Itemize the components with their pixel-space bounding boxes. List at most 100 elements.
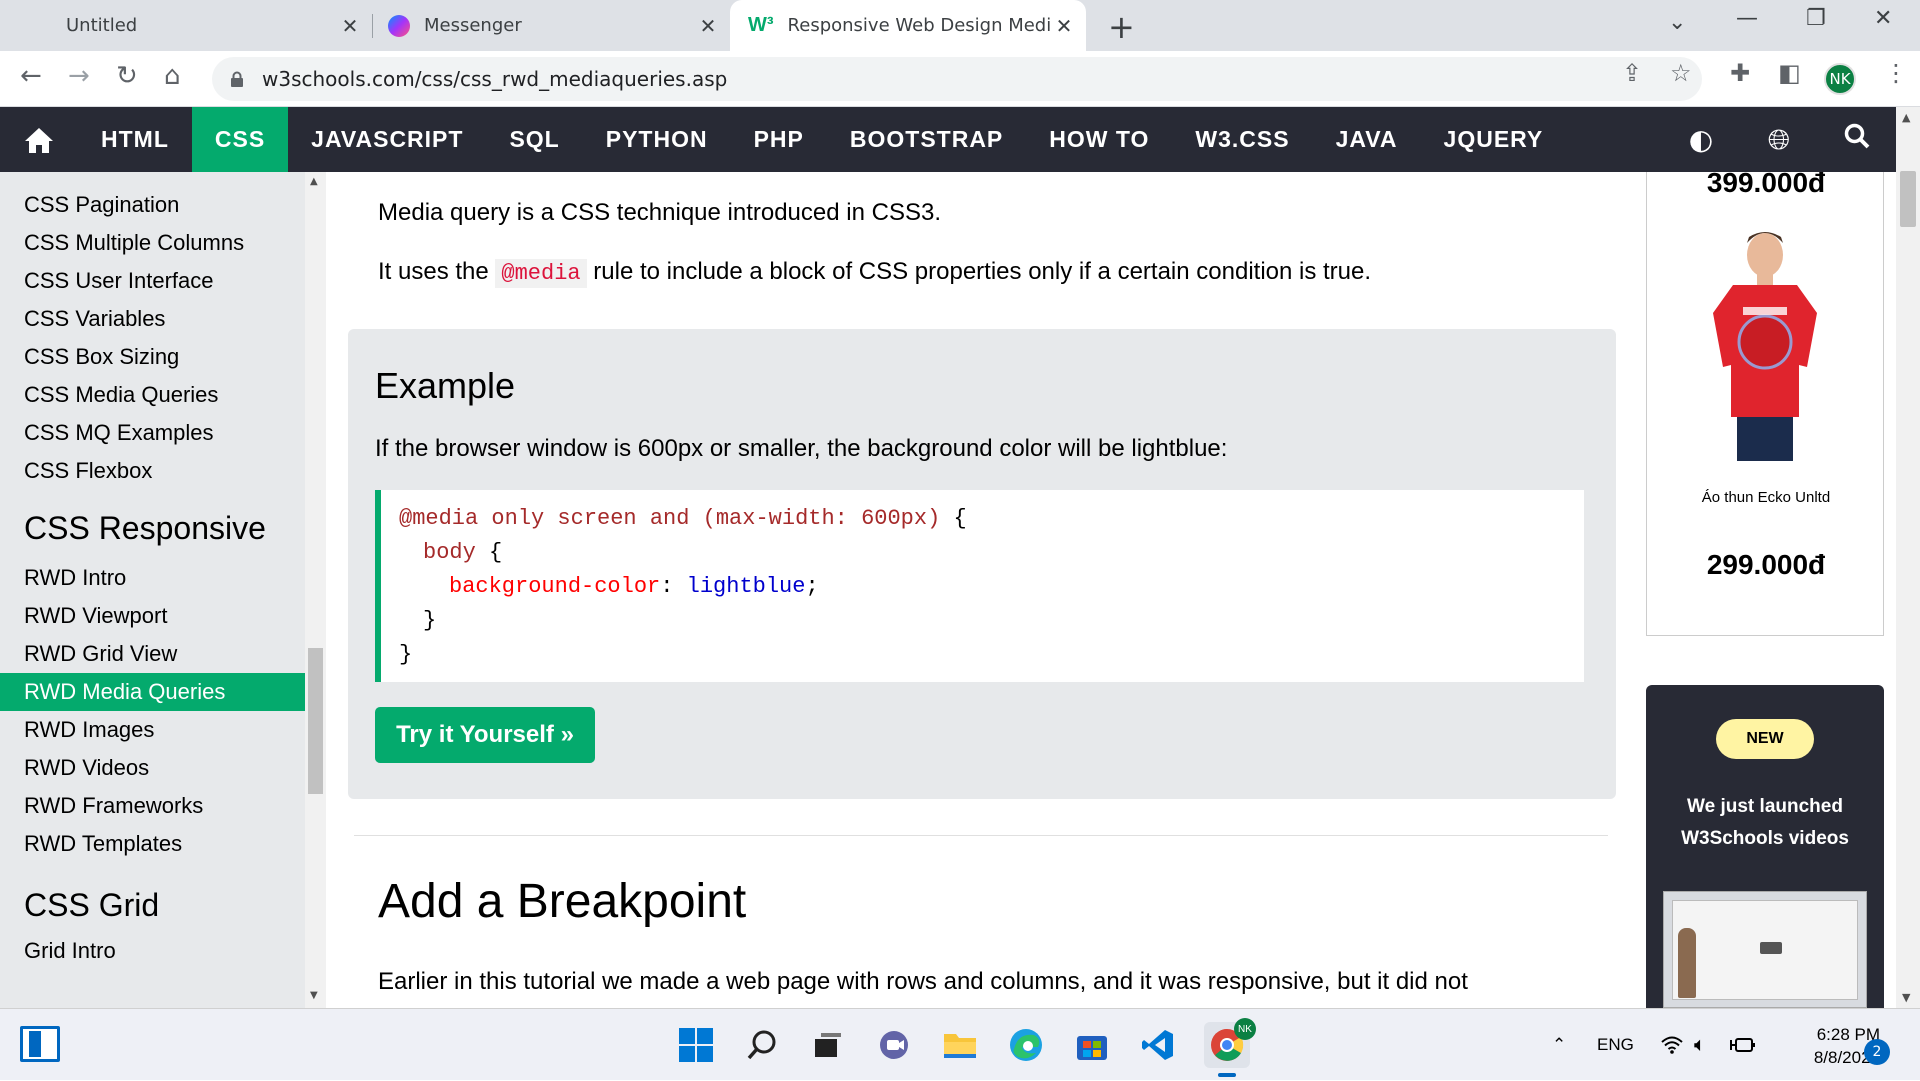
sidebar-item-css-pagination[interactable]: CSS Pagination (0, 186, 305, 224)
wifi-icon[interactable] (1660, 1009, 1684, 1081)
task-view-icon[interactable] (808, 1025, 848, 1065)
menu-kebab-icon[interactable]: ⋮ (1884, 59, 1908, 87)
window-close-icon[interactable]: ✕ (1874, 6, 1892, 31)
teams-chat-icon[interactable] (874, 1025, 914, 1065)
page-scroll-thumb[interactable] (1900, 171, 1916, 227)
text: rule to include a block of CSS propertie… (586, 258, 1372, 285)
sidebar-item-css-variables[interactable]: CSS Variables (0, 300, 305, 338)
battery-icon[interactable] (1730, 1009, 1756, 1081)
nav-java[interactable]: JAVA (1313, 107, 1421, 172)
profile-avatar[interactable]: NK (1824, 63, 1856, 95)
try-it-yourself-button[interactable]: Try it Yourself » (375, 707, 595, 763)
home-icon[interactable]: ⌂ (164, 61, 181, 91)
sidebar-item-rwd-videos[interactable]: RWD Videos (0, 749, 305, 787)
sidebar-item-rwd-frameworks[interactable]: RWD Frameworks (0, 787, 305, 825)
close-icon[interactable]: ✕ (338, 14, 362, 38)
search-icon[interactable] (742, 1025, 782, 1065)
page-scrollbar[interactable]: ▲ ▼ (1896, 107, 1920, 1008)
minimize-icon[interactable]: — (1736, 6, 1758, 31)
tab-strip: Untitled ✕ Messenger ✕ W³ Responsive Web… (0, 0, 1920, 51)
home-icon[interactable] (0, 107, 78, 172)
nav-icons: ◐ 🌐︎ (1662, 107, 1896, 172)
vscode-icon[interactable] (1138, 1025, 1178, 1065)
scroll-up-arrow-icon[interactable]: ▲ (1902, 111, 1910, 124)
show-hidden-icons-chevron-icon[interactable]: ⌃ (1552, 1009, 1566, 1081)
taskbar-clock[interactable]: 6:28 PM 8/8/2022 (1770, 1023, 1880, 1069)
share-icon[interactable]: ⇪ (1622, 59, 1642, 87)
search-icon[interactable] (1818, 123, 1896, 156)
product-price: 299.000đ (1706, 549, 1826, 580)
nav-sql[interactable]: SQL (486, 107, 582, 172)
video-thumbnail-image[interactable] (1663, 891, 1867, 1008)
nav-jquery[interactable]: JQUERY (1421, 107, 1567, 172)
tab-title: Untitled (66, 15, 138, 36)
section-paragraph: Earlier in this tutorial we made a web p… (378, 968, 1468, 995)
sidebar-heading-css-grid: CSS Grid (24, 887, 160, 923)
scroll-up-arrow-icon[interactable]: ▲ (310, 176, 318, 187)
sidebar-item-css-mq-examples[interactable]: CSS MQ Examples (0, 414, 305, 452)
globe-icon[interactable]: 🌐︎ (1740, 123, 1818, 157)
forward-arrow-icon[interactable]: → (68, 61, 90, 91)
bookmark-star-icon[interactable]: ☆ (1670, 59, 1692, 87)
sidebar-item-css-user-interface[interactable]: CSS User Interface (0, 262, 305, 300)
sidebar-item-rwd-images[interactable]: RWD Images (0, 711, 305, 749)
nav-html[interactable]: HTML (78, 107, 192, 172)
file-explorer-icon[interactable] (940, 1025, 980, 1065)
video-promo-card[interactable]: NEW We just launched W3Schools videos (1646, 685, 1884, 1008)
nav-python[interactable]: PYTHON (583, 107, 731, 172)
close-icon[interactable]: ✕ (696, 14, 720, 38)
example-description: If the browser window is 600px or smalle… (375, 435, 1228, 462)
tab-messenger[interactable]: Messenger ✕ (388, 0, 720, 51)
sidebar-item-grid-intro[interactable]: Grid Intro (0, 932, 305, 970)
nav-how-to[interactable]: HOW TO (1026, 107, 1172, 172)
reload-icon[interactable]: ↻ (116, 61, 138, 91)
url-text[interactable]: w3schools.com/css/css_rwd_mediaqueries.a… (262, 67, 727, 91)
code-line: body { (399, 536, 1566, 570)
inline-code-media: @media (495, 259, 587, 288)
main-content: Media query is a CSS technique introduce… (326, 172, 1626, 1008)
sidebar-item-rwd-media-queries[interactable]: RWD Media Queries (0, 673, 305, 711)
tab-search-chevron-icon[interactable]: ⌄ (1668, 10, 1686, 35)
sidebar-item-rwd-grid-view[interactable]: RWD Grid View (0, 635, 305, 673)
tab-w3schools[interactable]: W³ Responsive Web Design Media Q ✕ (730, 0, 1086, 51)
address-bar[interactable]: w3schools.com/css/css_rwd_mediaqueries.a… (212, 57, 1702, 101)
nav-w3css[interactable]: W3.CSS (1172, 107, 1312, 172)
new-tab-plus-icon[interactable]: + (1108, 8, 1135, 46)
sidebar-item-rwd-viewport[interactable]: RWD Viewport (0, 597, 305, 635)
product-ad[interactable]: 399.000đ Áo thun Ecko Unltd 299.000đ (1646, 172, 1884, 636)
back-arrow-icon[interactable]: ← (20, 61, 42, 91)
tab-untitled[interactable]: Untitled ✕ (66, 0, 362, 51)
sidebar-item-css-flexbox[interactable]: CSS Flexbox (0, 452, 305, 490)
section-heading-add-breakpoint: Add a Breakpoint (378, 875, 747, 928)
extensions-puzzle-icon[interactable]: ✚ (1730, 59, 1750, 87)
scroll-down-arrow-icon[interactable]: ▼ (310, 990, 318, 1001)
left-sidebar: CSS Pagination CSS Multiple Columns CSS … (0, 172, 305, 1008)
sidebar-item-css-media-queries[interactable]: CSS Media Queries (0, 376, 305, 414)
media-rule-paragraph: It uses the @media rule to include a blo… (378, 258, 1372, 288)
chrome-icon[interactable]: NK (1204, 1018, 1256, 1068)
microsoft-store-icon[interactable] (1072, 1025, 1112, 1065)
edge-browser-icon[interactable] (1006, 1025, 1046, 1065)
widgets-icon[interactable] (20, 1026, 60, 1062)
windows-start-icon[interactable] (676, 1025, 716, 1065)
language-indicator[interactable]: ENG (1597, 1009, 1634, 1081)
nav-php[interactable]: PHP (731, 107, 827, 172)
side-panel-icon[interactable]: ◧ (1778, 59, 1801, 87)
nav-bootstrap[interactable]: BOOTSTRAP (827, 107, 1026, 172)
sidebar-item-css-multiple-columns[interactable]: CSS Multiple Columns (0, 224, 305, 262)
nav-css[interactable]: CSS (191, 107, 289, 172)
notification-count-badge[interactable]: 2 (1864, 1039, 1890, 1065)
sidebar-item-css-box-sizing[interactable]: CSS Box Sizing (0, 338, 305, 376)
sidebar-scrollbar[interactable]: ▲ ▼ (305, 172, 326, 1008)
sidebar-item-rwd-intro[interactable]: RWD Intro (0, 559, 305, 597)
restore-icon[interactable]: ❐ (1806, 6, 1826, 31)
nav-javascript[interactable]: JAVASCRIPT (288, 107, 486, 172)
dark-mode-contrast-icon[interactable]: ◐ (1662, 123, 1740, 156)
scroll-down-arrow-icon[interactable]: ▼ (1902, 991, 1910, 1004)
sidebar-scroll-thumb[interactable] (308, 648, 323, 794)
w3schools-favicon-icon: W³ (748, 14, 774, 36)
chrome-profile-badge: NK (1234, 1018, 1256, 1040)
volume-icon[interactable]: 🔈︎ (1694, 1009, 1706, 1081)
close-icon[interactable]: ✕ (1052, 14, 1076, 38)
sidebar-item-rwd-templates[interactable]: RWD Templates (0, 825, 305, 863)
